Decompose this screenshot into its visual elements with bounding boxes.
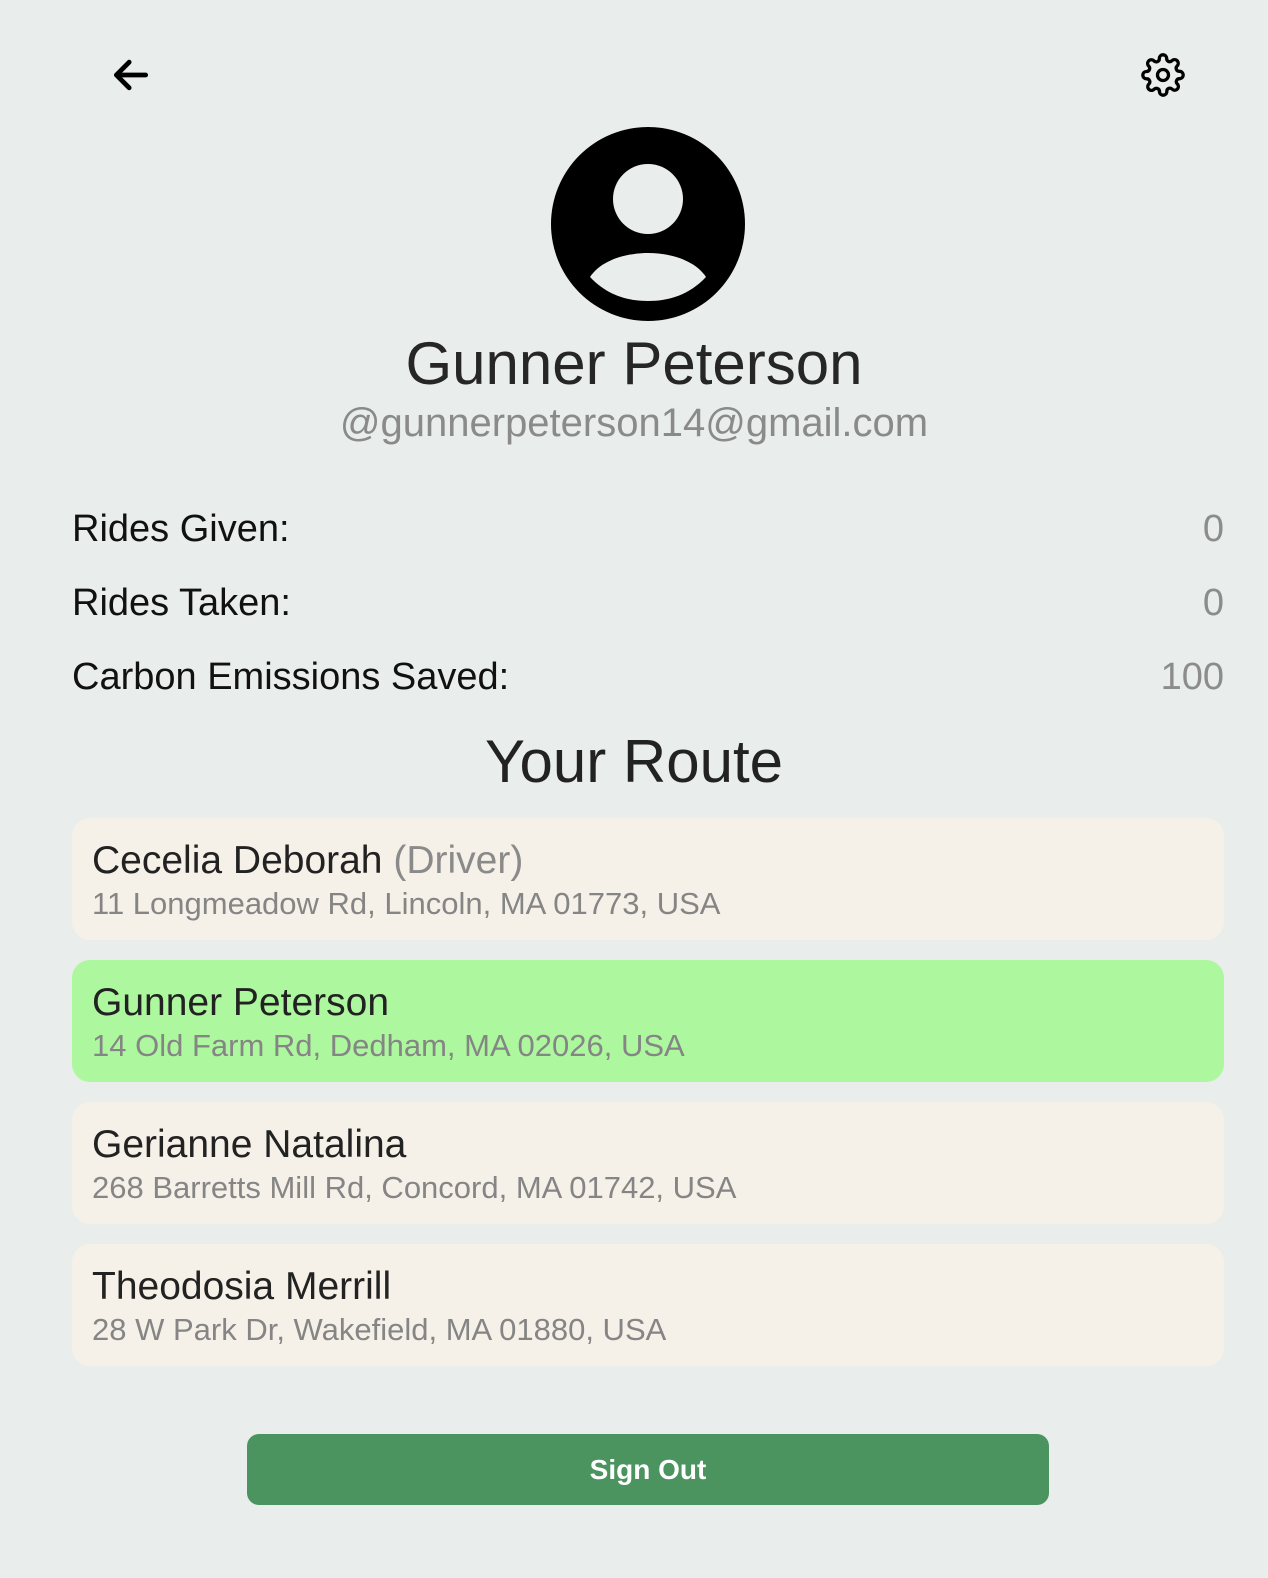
stat-rides-given: Rides Given: 0 xyxy=(72,504,1224,554)
route-item-name: Cecelia Deborah xyxy=(92,839,383,882)
stat-rides-taken: Rides Taken: 0 xyxy=(72,578,1224,628)
stat-value: 100 xyxy=(1160,655,1224,698)
route-item-name: Gerianne Natalina xyxy=(92,1123,407,1166)
profile-email: @gunnerpeterson14@gmail.com xyxy=(339,401,929,445)
route-item-role: (Driver) xyxy=(393,839,524,882)
stat-value: 0 xyxy=(1202,507,1224,550)
route-item-name-line: Cecelia Deborah (Driver) xyxy=(92,838,1204,884)
route-item-name-line: Theodosia Merrill xyxy=(92,1264,1204,1310)
sign-out-button[interactable]: Sign Out xyxy=(247,1434,1049,1505)
avatar xyxy=(551,127,745,321)
stat-value: 0 xyxy=(1202,581,1224,624)
route-item-name: Gunner Peterson xyxy=(92,981,390,1024)
stat-label: Rides Given: xyxy=(72,507,290,550)
route-title: Your Route xyxy=(484,728,783,795)
route-item-address: 11 Longmeadow Rd, Lincoln, MA 01773, USA xyxy=(92,886,721,921)
route-item[interactable]: Cecelia Deborah (Driver) 11 Longmeadow R… xyxy=(72,818,1224,940)
route-item-current-user[interactable]: Gunner Peterson 14 Old Farm Rd, Dedham, … xyxy=(72,960,1224,1082)
route-item-name-line: Gunner Peterson xyxy=(92,980,1204,1026)
arrow-left-icon xyxy=(113,59,149,91)
route-item-address: 14 Old Farm Rd, Dedham, MA 02026, USA xyxy=(92,1028,685,1063)
back-button[interactable] xyxy=(104,48,158,102)
route-item-name: Theodosia Merrill xyxy=(92,1265,392,1308)
stat-carbon-saved: Carbon Emissions Saved: 100 xyxy=(72,652,1224,702)
user-circle-icon xyxy=(551,127,745,321)
route-item-address: 28 W Park Dr, Wakefield, MA 01880, USA xyxy=(92,1312,667,1347)
route-item[interactable]: Gerianne Natalina 268 Barretts Mill Rd, … xyxy=(72,1102,1224,1224)
settings-button[interactable] xyxy=(1136,48,1190,102)
gear-icon xyxy=(1141,53,1185,97)
stat-label: Rides Taken: xyxy=(72,581,291,624)
route-item-address: 268 Barretts Mill Rd, Concord, MA 01742,… xyxy=(92,1170,737,1205)
route-item-name-line: Gerianne Natalina xyxy=(92,1122,1204,1168)
route-item[interactable]: Theodosia Merrill 28 W Park Dr, Wakefiel… xyxy=(72,1244,1224,1366)
profile-name: Gunner Peterson xyxy=(405,330,863,397)
stat-label: Carbon Emissions Saved: xyxy=(72,655,510,698)
route-list: Cecelia Deborah (Driver) 11 Longmeadow R… xyxy=(72,818,1224,1386)
